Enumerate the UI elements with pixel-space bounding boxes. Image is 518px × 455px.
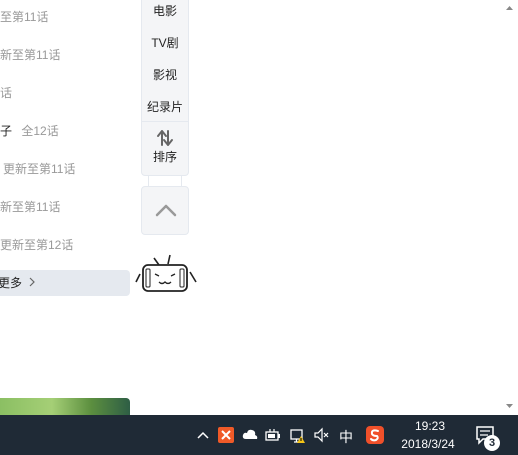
sort-icon[interactable]: [156, 129, 174, 147]
back-to-top-button[interactable]: [141, 186, 189, 235]
category-item-film[interactable]: 影视: [142, 66, 188, 84]
more-label: 更多: [0, 276, 23, 290]
clock-date[interactable]: 2018/3/24: [392, 437, 464, 451]
battery-icon[interactable]: [265, 427, 281, 443]
list-item-text: 话: [0, 86, 13, 100]
show-hidden-icons-icon[interactable]: [195, 427, 211, 443]
divider: [148, 176, 182, 186]
category-panel: 电影 TV剧 影视 纪录片 排序: [141, 0, 189, 176]
category-item-documentary[interactable]: 纪录片: [142, 98, 188, 116]
list-item-text: 更新至第11话: [3, 162, 76, 176]
list-item-prefix: 子: [0, 124, 13, 138]
scroll-up-button[interactable]: [501, 0, 518, 17]
arrow-up-icon: [506, 6, 513, 10]
volume-muted-icon[interactable]: [314, 427, 330, 443]
sort-label[interactable]: 排序: [142, 148, 188, 165]
left-list: 至第11话 新至第11话 话 子 全12话 更新至第11话 新至第11话 更新至…: [0, 0, 132, 415]
list-item[interactable]: 更新至第11话: [0, 159, 75, 179]
clock-time[interactable]: 19:23: [400, 419, 460, 433]
list-item[interactable]: 至第11话: [0, 7, 48, 27]
list-item[interactable]: 新至第11话: [0, 197, 60, 217]
category-item-movie[interactable]: 电影: [142, 2, 188, 20]
chevron-right-icon: [29, 270, 36, 296]
cloud-icon[interactable]: [242, 427, 258, 443]
scroll-down-button[interactable]: [501, 398, 518, 415]
list-item-text: 至第11话: [0, 10, 49, 24]
list-item[interactable]: 话: [0, 83, 12, 103]
list-item[interactable]: 更新至第12话: [0, 235, 73, 255]
chevron-up-icon: [155, 204, 177, 217]
category-item-tv[interactable]: TV剧: [142, 34, 188, 52]
network-icon[interactable]: [290, 427, 306, 443]
app-tray-icon[interactable]: [218, 427, 234, 443]
taskbar: 中 19:23 2018/3/24 3: [0, 415, 518, 455]
mascot-icon: [135, 254, 197, 292]
list-item-text: 新至第11话: [0, 200, 61, 214]
list-item-text: 全12话: [21, 124, 59, 138]
divider: [142, 121, 188, 122]
notification-count-badge: 3: [484, 435, 500, 451]
more-button[interactable]: 更多: [0, 270, 130, 296]
thumbnail-image[interactable]: [0, 398, 130, 415]
scrollbar[interactable]: [501, 0, 518, 415]
list-item-text: 更新至第12话: [0, 238, 74, 252]
list-item[interactable]: 子 全12话: [0, 121, 59, 141]
list-item[interactable]: 新至第11话: [0, 45, 60, 65]
arrow-down-icon: [506, 404, 513, 408]
sogou-ime-icon[interactable]: [366, 426, 384, 444]
list-item-text: 新至第11话: [0, 48, 61, 62]
ime-indicator[interactable]: 中: [339, 427, 353, 447]
